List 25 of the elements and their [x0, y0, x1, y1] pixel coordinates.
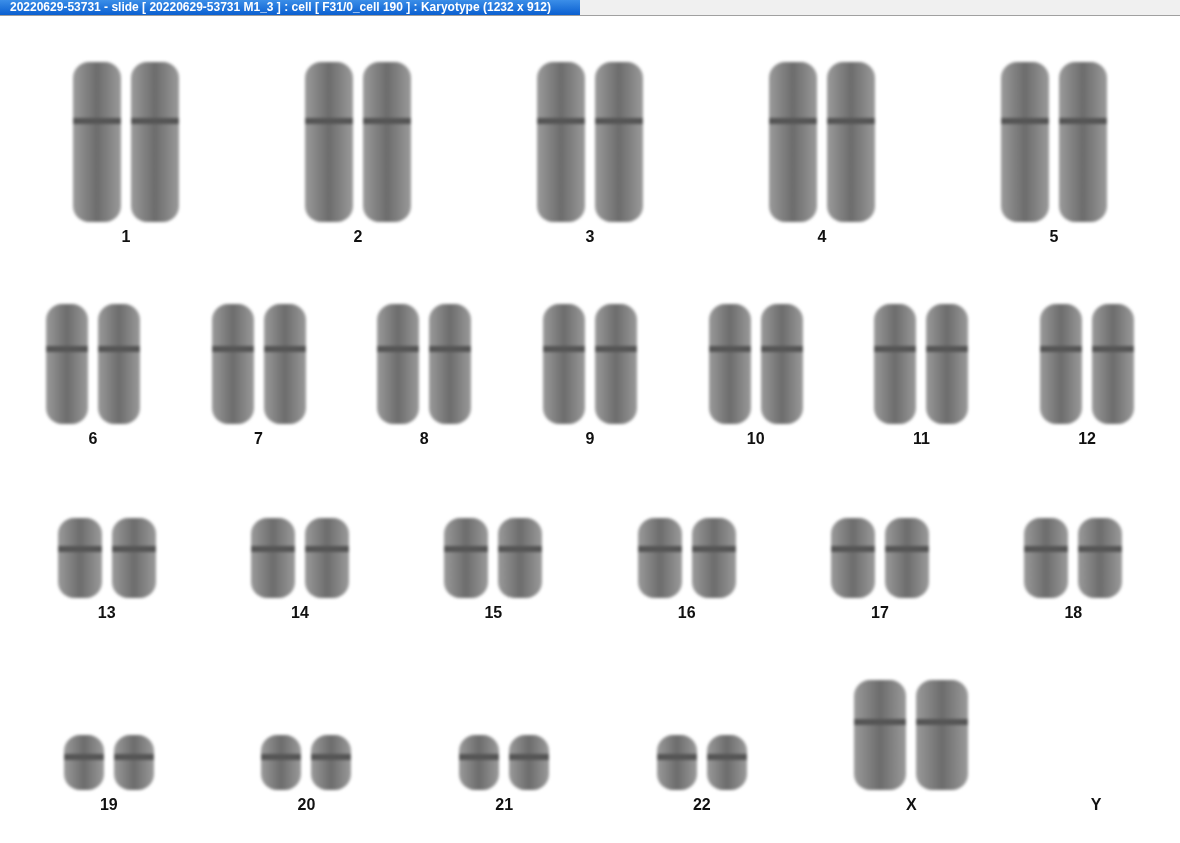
chromosome-label: 14 [291, 604, 309, 622]
chromosome-label: 19 [99, 796, 118, 814]
chromosome-label: 6 [88, 430, 98, 448]
chromosome-label: 15 [484, 604, 503, 622]
chromosome-label: X [906, 796, 917, 814]
chromosome-label: 9 [585, 430, 595, 448]
chromosome-label: 17 [871, 604, 889, 622]
chromosome-label: 5 [1049, 228, 1059, 246]
chromosome-label: 4 [817, 228, 827, 246]
chromosome-label: 22 [692, 796, 711, 814]
window-title: 20220629-53731 - slide [ 20220629-53731 M1_3 ] : cell [ F31/0_cell 190 ] : Karyotype (1232 x 912) [0, 0, 580, 15]
chromosome-label: 20 [297, 796, 316, 814]
chromosome-label: 13 [97, 604, 116, 622]
chromosome-label: 18 [1064, 604, 1083, 622]
chromosome-label: 1 [121, 228, 131, 246]
chromosome-label: 2 [353, 228, 363, 246]
chromosome-label: 16 [677, 604, 696, 622]
chromosome-label: 10 [746, 430, 765, 448]
chromosome-label: 8 [419, 430, 429, 448]
chromosome-label: 11 [912, 430, 930, 448]
chromosome-label: 3 [585, 228, 595, 246]
chromosome-label: 21 [495, 796, 514, 814]
chromosome-label: Y [1090, 796, 1102, 814]
chromosome-label: 12 [1078, 430, 1096, 448]
chromosome-label: 7 [254, 430, 263, 448]
